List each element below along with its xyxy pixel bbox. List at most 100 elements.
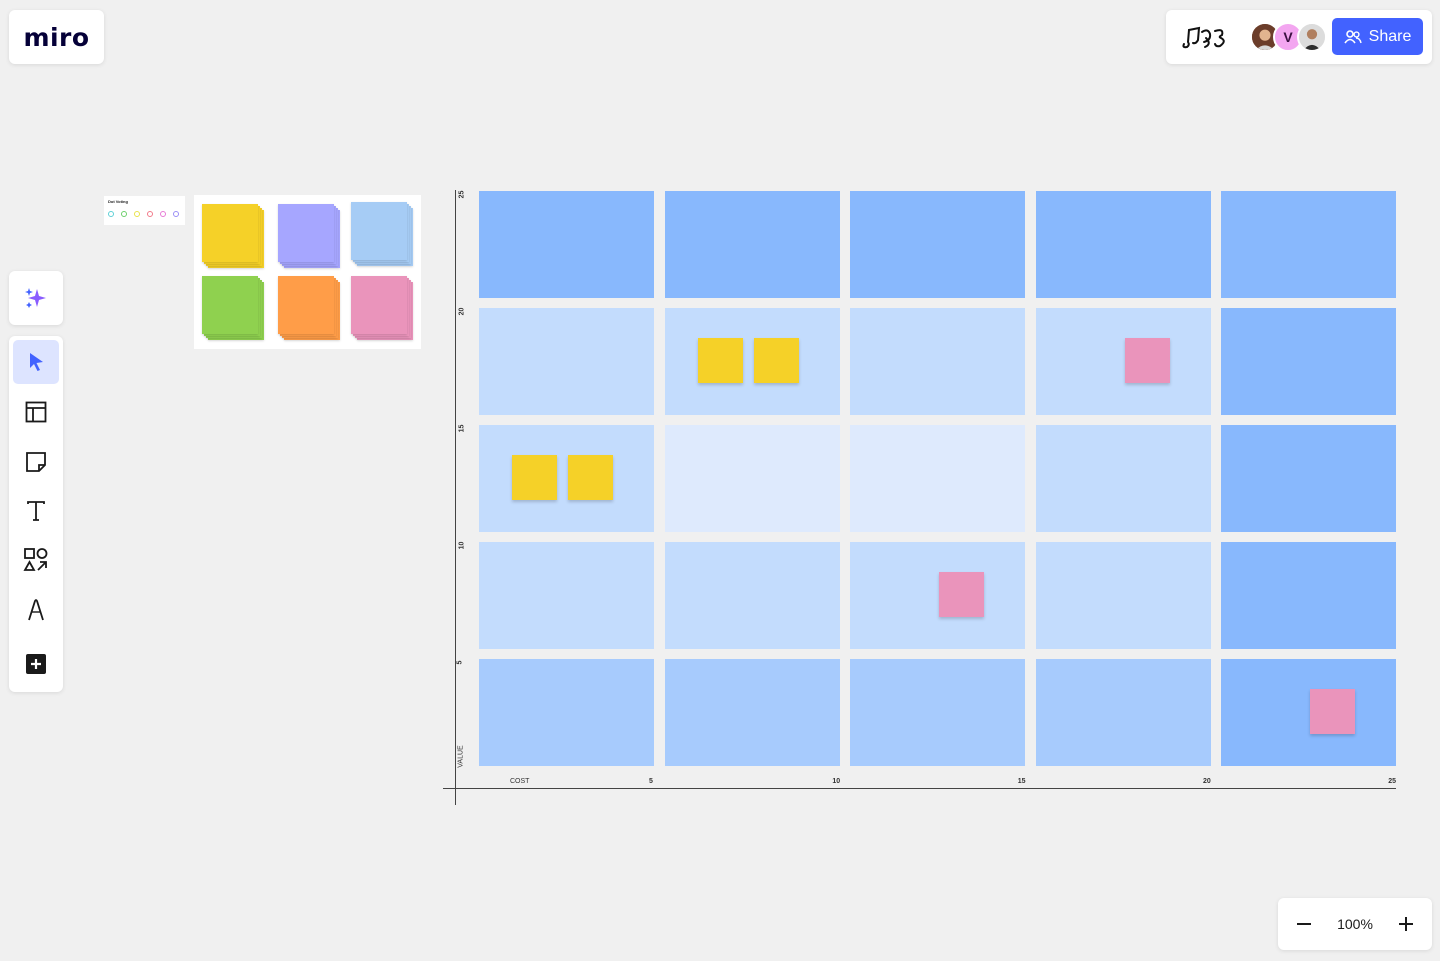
sticky-sheet	[351, 276, 407, 334]
dot-voting-card[interactable]: Dot Voting	[104, 196, 185, 225]
y-axis-line	[455, 190, 456, 805]
board-doodle-icon[interactable]	[1180, 24, 1232, 50]
vote-dot[interactable]	[121, 211, 127, 217]
collaboration-bar: V Share	[1166, 10, 1432, 64]
vote-dot[interactable]	[147, 211, 153, 217]
x-tick-label: 15	[1017, 778, 1026, 785]
y-tick-label: 15	[458, 424, 466, 433]
sticky-stack[interactable]	[202, 276, 264, 342]
zoom-level[interactable]: 100%	[1337, 916, 1373, 932]
matrix-cell[interactable]	[1221, 425, 1396, 532]
layout-icon	[25, 401, 47, 423]
matrix-cell[interactable]	[664, 425, 840, 532]
sticky-note-icon	[26, 452, 46, 472]
ai-assist-button[interactable]	[9, 271, 63, 325]
matrix-cell[interactable]	[850, 425, 1025, 532]
vote-dot[interactable]	[160, 211, 166, 217]
sticky-sheet	[278, 276, 334, 334]
shapes-tool[interactable]	[13, 538, 59, 582]
matrix-cell[interactable]	[1035, 308, 1211, 415]
matrix-cell[interactable]	[664, 308, 840, 415]
sticky-note[interactable]	[512, 455, 557, 500]
select-tool[interactable]	[13, 340, 59, 384]
matrix-cell[interactable]	[1221, 542, 1396, 649]
y-axis-label: VALUE	[457, 745, 465, 768]
matrix-cell[interactable]	[664, 659, 840, 766]
minus-icon	[1297, 923, 1311, 925]
matrix-cell[interactable]	[850, 191, 1025, 298]
matrix-cell[interactable]	[664, 191, 840, 298]
matrix-cell[interactable]	[479, 425, 654, 532]
creation-toolbar	[9, 336, 63, 692]
sticky-sheet	[351, 202, 407, 260]
sparkle-icon	[25, 288, 46, 308]
matrix-cell[interactable]	[479, 191, 654, 298]
text-icon	[27, 501, 45, 521]
templates-tool[interactable]	[13, 390, 59, 434]
matrix-cell[interactable]	[479, 659, 654, 766]
y-tick-label: 25	[458, 190, 466, 199]
sticky-note-palette[interactable]	[194, 195, 421, 349]
x-axis-line	[443, 788, 1396, 789]
sticky-stack[interactable]	[351, 202, 413, 268]
x-tick-label: 10	[832, 778, 841, 785]
matrix-cell[interactable]	[850, 659, 1025, 766]
cursor-icon	[30, 353, 43, 371]
vote-dot[interactable]	[173, 211, 179, 217]
pen-tool[interactable]	[13, 588, 59, 632]
y-tick-label: 10	[458, 541, 466, 550]
x-tick-label: 20	[1202, 778, 1211, 785]
x-tick-label: 25	[1388, 778, 1397, 785]
matrix-cell[interactable]	[850, 542, 1025, 649]
text-tool[interactable]	[13, 489, 59, 533]
zoom-out-button[interactable]	[1288, 908, 1320, 940]
y-tick-label: 5	[456, 660, 464, 665]
matrix-cell[interactable]	[1221, 308, 1396, 415]
vote-dot[interactable]	[134, 211, 140, 217]
sticky-sheet	[202, 204, 258, 262]
sticky-stack[interactable]	[278, 204, 340, 270]
people-icon	[1343, 29, 1362, 43]
matrix-cell[interactable]	[1035, 191, 1211, 298]
plus-icon	[1399, 917, 1413, 931]
matrix-cell[interactable]	[1221, 659, 1396, 766]
matrix-cell[interactable]	[1035, 425, 1211, 532]
cost-value-matrix: COST VALUE 5 10 15 20 25 25 20 15 10 5	[440, 185, 1400, 810]
collaborator-avatar[interactable]	[1297, 22, 1327, 52]
vote-dot[interactable]	[108, 211, 114, 217]
sticky-note-tool[interactable]	[13, 440, 59, 484]
share-button[interactable]: Share	[1332, 18, 1423, 55]
sticky-sheet	[202, 276, 258, 334]
logo-panel[interactable]: miro	[9, 10, 104, 64]
zoom-in-button[interactable]	[1390, 908, 1422, 940]
zoom-controls: 100%	[1278, 898, 1432, 950]
sticky-note[interactable]	[568, 455, 613, 500]
sticky-sheet	[278, 204, 334, 262]
dot-voting-title: Dot Voting	[108, 199, 128, 204]
sticky-note[interactable]	[1310, 689, 1355, 734]
x-axis-label: COST	[510, 778, 530, 785]
sticky-note[interactable]	[1124, 338, 1170, 383]
matrix-cell[interactable]	[479, 308, 654, 415]
shapes-icon	[23, 548, 48, 571]
more-tools-button[interactable]	[13, 642, 59, 686]
matrix-cell[interactable]	[664, 542, 840, 649]
x-tick-label: 5	[649, 778, 653, 785]
matrix-cell[interactable]	[479, 542, 654, 649]
avatar-initial: V	[1283, 29, 1293, 45]
sticky-stack[interactable]	[351, 276, 413, 342]
matrix-cell[interactable]	[1035, 542, 1211, 649]
pen-icon	[28, 599, 44, 621]
plus-square-icon	[26, 654, 46, 674]
matrix-cell[interactable]	[1221, 191, 1396, 298]
sticky-note[interactable]	[939, 572, 984, 617]
y-tick-label: 20	[458, 307, 466, 316]
sticky-stack[interactable]	[278, 276, 340, 342]
matrix-cell[interactable]	[1035, 659, 1211, 766]
sticky-note[interactable]	[697, 338, 743, 383]
person-photo-icon	[1299, 24, 1325, 50]
sticky-stack[interactable]	[202, 204, 264, 270]
miro-logo: miro	[23, 22, 90, 52]
matrix-cell[interactable]	[850, 308, 1025, 415]
sticky-note[interactable]	[753, 338, 799, 383]
